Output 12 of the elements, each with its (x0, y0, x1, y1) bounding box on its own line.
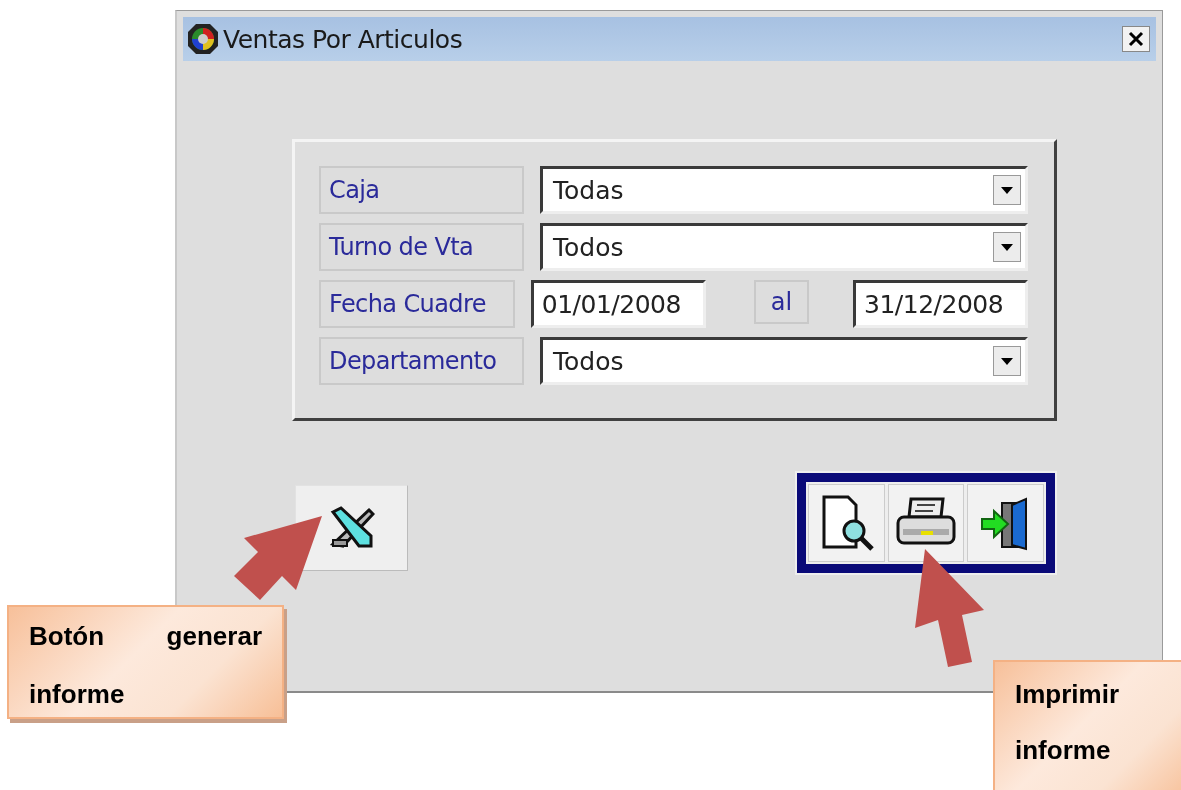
dropdown-field[interactable]: Todos (540, 223, 1028, 271)
field-label: Fecha Cuadre (319, 280, 515, 328)
field-label: Caja (319, 166, 524, 214)
dropdown-field[interactable]: Todos (540, 337, 1028, 385)
dropdown-field[interactable]: Todas (540, 166, 1028, 214)
date-field[interactable]: 31/12/2008 (853, 280, 1028, 328)
window-title: Ventas Por Articulos (223, 24, 464, 54)
date-field[interactable]: 01/01/2008 (530, 280, 706, 328)
annotation-callout: Imprimir informe (993, 660, 1181, 790)
field-label: Departamento (319, 337, 524, 385)
field-label: Turno de Vta (319, 223, 524, 271)
field-label: al (753, 280, 810, 324)
